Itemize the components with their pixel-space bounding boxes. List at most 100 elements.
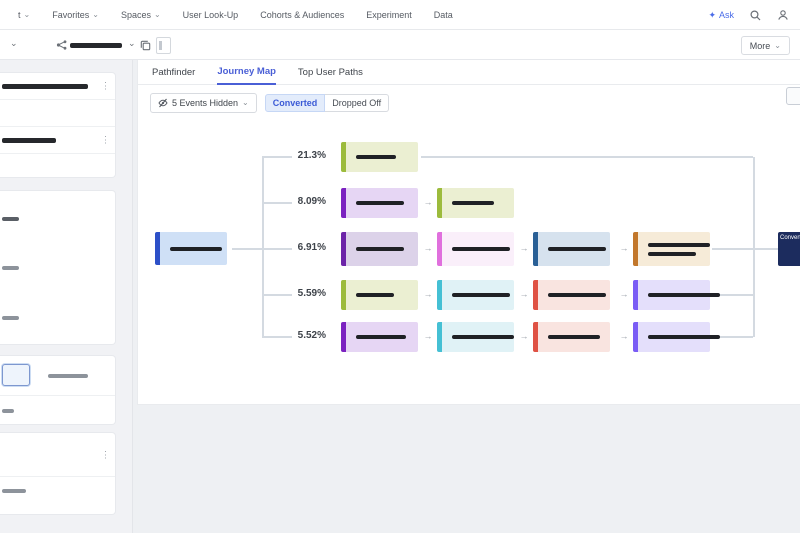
kebab-menu-icon[interactable]: ⋮ <box>101 81 110 92</box>
chevron-down-icon: ⌄ <box>92 11 99 19</box>
filter-row: 5 Events Hidden ⌄ ConvertedDropped Off <box>138 85 800 114</box>
redacted-segment-label <box>48 374 88 378</box>
journey-node[interactable] <box>341 188 418 218</box>
more-label: More <box>750 41 771 51</box>
kebab-menu-icon[interactable]: ⋮ <box>101 135 110 146</box>
events-hidden-dropdown[interactable]: 5 Events Hidden ⌄ <box>150 93 257 113</box>
redacted-text <box>452 201 494 205</box>
nav-item-label: Spaces <box>121 10 151 20</box>
journey-node[interactable] <box>437 280 514 310</box>
nav-item-label: Data <box>434 10 453 20</box>
nav-item-favorites[interactable]: Favorites⌄ <box>52 10 99 20</box>
segment-row[interactable] <box>0 396 115 425</box>
chevron-down-icon: ⌄ <box>154 11 161 19</box>
nav-item-user-look-up[interactable]: User Look-Up <box>183 10 239 20</box>
chevron-down-icon[interactable]: ⌄ <box>128 38 136 49</box>
toggle-converted[interactable]: Converted <box>265 94 326 112</box>
redacted-text <box>356 201 404 205</box>
journey-node[interactable] <box>341 322 418 352</box>
journey-node[interactable] <box>341 280 418 310</box>
chevron-down-icon[interactable]: ⌄ <box>10 38 18 49</box>
journey-node[interactable] <box>437 188 514 218</box>
chevron-down-icon: ⌄ <box>242 99 249 107</box>
journey-node[interactable] <box>533 280 610 310</box>
events-card: ⋮ ⋮ <box>0 72 116 178</box>
tab-pathfinder[interactable]: Pathfinder <box>152 67 195 84</box>
top-nav: t⌄Favorites⌄Spaces⌄User Look-UpCohorts &… <box>0 0 800 30</box>
event-row[interactable]: ⋮ <box>0 73 115 100</box>
filter-card: ⋮ <box>0 432 116 515</box>
redacted-option-label <box>2 217 19 221</box>
selected-segment-chip[interactable] <box>2 364 30 386</box>
redacted-text <box>452 335 514 339</box>
tab-top-user-paths[interactable]: Top User Paths <box>298 67 363 84</box>
toggle-dropped-off[interactable]: Dropped Off <box>325 94 389 112</box>
filter-row[interactable]: ⋮ <box>0 433 115 477</box>
tab-journey-map[interactable]: Journey Map <box>217 66 276 85</box>
converted-dropped-toggle: ConvertedDropped Off <box>265 94 389 112</box>
chevron-down-icon: ⌄ <box>24 11 31 19</box>
panel-left-icon <box>159 41 162 50</box>
more-button[interactable]: More ⌄ <box>741 36 790 55</box>
event-subrow[interactable] <box>0 154 115 180</box>
collapse-panel-button[interactable] <box>156 37 171 54</box>
redacted-text <box>356 247 404 251</box>
journey-node[interactable] <box>341 142 418 172</box>
redacted-text <box>452 293 510 297</box>
chart-toolbar: ⌄ ⌄ More ⌄ <box>0 30 800 60</box>
redacted-text <box>548 247 606 251</box>
journey-end-node[interactable]: Converted <box>778 232 800 266</box>
journey-node[interactable] <box>633 232 710 266</box>
nav-item-spaces[interactable]: Spaces⌄ <box>121 10 161 20</box>
nav-item-cohorts-audiences[interactable]: Cohorts & Audiences <box>260 10 344 20</box>
chevron-down-icon: ⌄ <box>774 42 781 50</box>
redacted-text <box>648 335 720 339</box>
nav-item-t[interactable]: t⌄ <box>18 10 30 20</box>
left-config-sidebar: ⋮ ⋮ ⋮ <box>0 60 133 533</box>
export-image-icon[interactable] <box>786 87 800 105</box>
journey-node[interactable] <box>633 322 710 352</box>
nav-item-label: User Look-Up <box>183 10 239 20</box>
view-tabs: Pathfinder Journey Map Top User Paths <box>138 60 800 85</box>
app-window: t⌄Favorites⌄Spaces⌄User Look-UpCohorts &… <box>0 0 800 533</box>
top-nav-right: ✦ Ask <box>708 0 790 30</box>
redacted-text <box>648 293 720 297</box>
sparkle-icon: ✦ <box>708 10 716 21</box>
journey-node[interactable] <box>437 322 514 352</box>
chart-type-icon <box>56 38 68 56</box>
journey-node[interactable] <box>633 280 710 310</box>
copy-icon[interactable] <box>140 38 151 56</box>
filter-row[interactable] <box>0 477 115 515</box>
event-row[interactable]: ⋮ <box>0 127 115 154</box>
redacted-chart-title <box>70 43 122 48</box>
redacted-text <box>356 335 406 339</box>
redacted-text <box>548 335 600 339</box>
journey-node[interactable] <box>533 322 610 352</box>
nav-item-data[interactable]: Data <box>434 10 453 20</box>
top-nav-items: t⌄Favorites⌄Spaces⌄User Look-UpCohorts &… <box>0 10 453 20</box>
redacted-text <box>548 293 606 297</box>
account-icon[interactable] <box>776 8 790 22</box>
nav-item-experiment[interactable]: Experiment <box>366 10 412 20</box>
redacted-text <box>170 247 222 251</box>
nav-item-label: t <box>18 10 21 20</box>
redacted-text <box>452 247 510 251</box>
redacted-event-name <box>2 138 56 143</box>
journey-node[interactable] <box>341 232 418 266</box>
redacted-text <box>648 252 696 256</box>
nav-item-label: Favorites <box>52 10 89 20</box>
kebab-menu-icon[interactable]: ⋮ <box>101 449 110 460</box>
journey-start-node[interactable] <box>155 232 227 265</box>
eye-off-icon <box>158 98 168 108</box>
nav-item-label: Cohorts & Audiences <box>260 10 344 20</box>
segment-row[interactable] <box>0 356 115 396</box>
redacted-text <box>356 293 394 297</box>
search-icon[interactable] <box>748 8 762 22</box>
journey-node[interactable] <box>437 232 514 266</box>
nav-item-label: Experiment <box>366 10 412 20</box>
ask-button[interactable]: ✦ Ask <box>708 10 734 21</box>
options-card <box>0 190 116 345</box>
events-hidden-label: 5 Events Hidden <box>172 98 238 108</box>
journey-node[interactable] <box>533 232 610 266</box>
event-subrow[interactable] <box>0 100 115 127</box>
